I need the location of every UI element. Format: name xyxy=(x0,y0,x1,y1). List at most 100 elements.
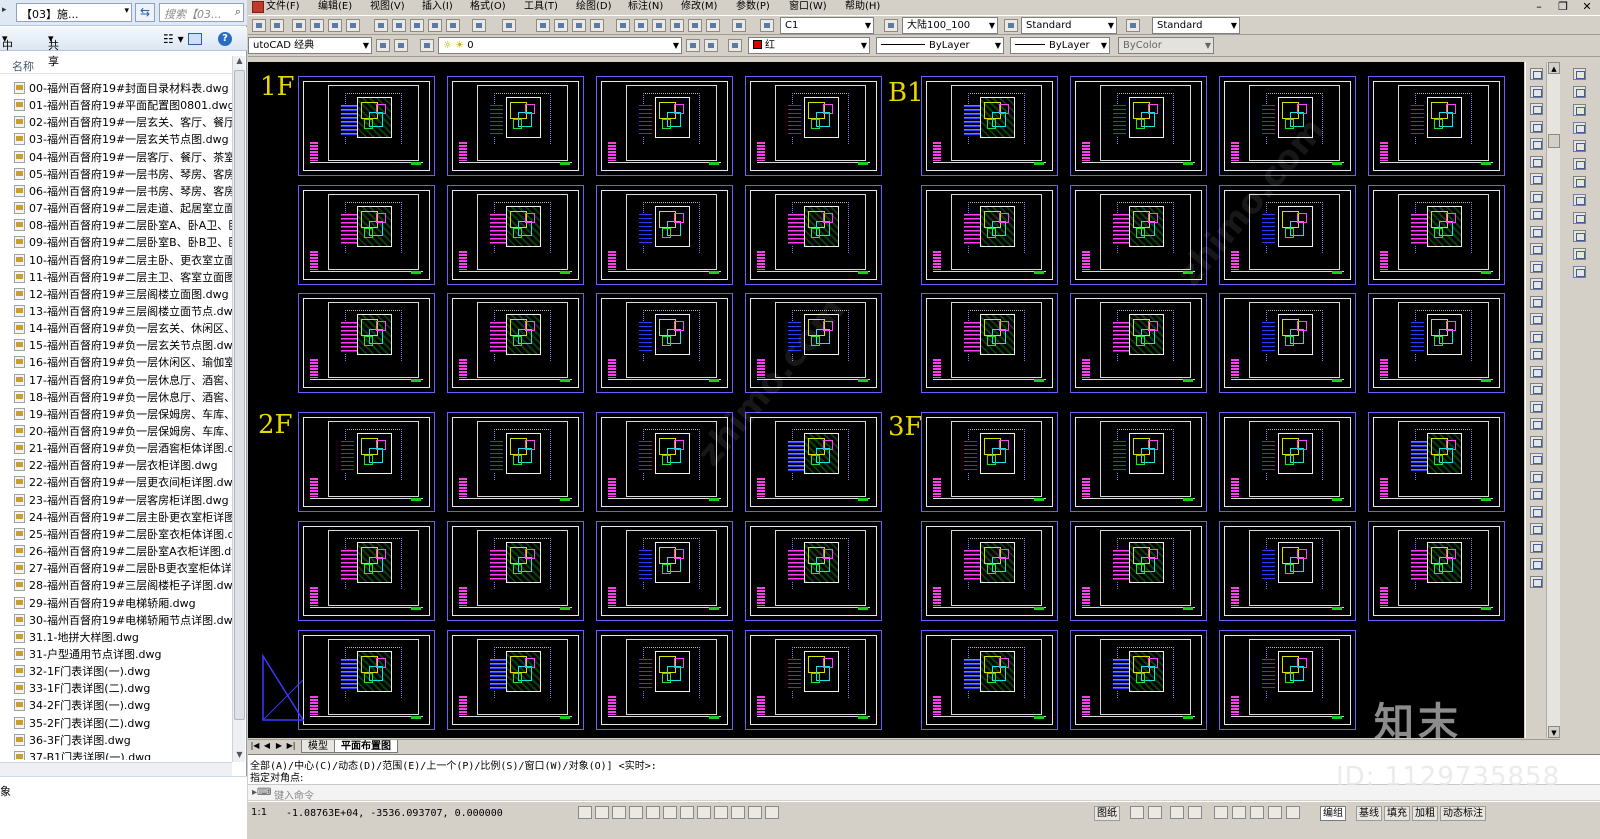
osnap-icon[interactable] xyxy=(663,806,677,819)
clean-screen-icon[interactable] xyxy=(1286,806,1300,819)
draw-tool-icon[interactable] xyxy=(1573,248,1586,260)
erase-icon[interactable] xyxy=(1530,418,1543,430)
workspace-select[interactable]: utoCAD 经典 ▼ xyxy=(248,37,372,54)
scroll-up-icon[interactable]: ▲ xyxy=(234,56,245,68)
file-item[interactable]: 15-福州百督府19#负一层玄关节点图.dwg xyxy=(14,337,232,354)
gradient-icon[interactable] xyxy=(1530,330,1543,343)
file-item[interactable]: 19-福州百督府19#负一层保姆房、车库、入户 xyxy=(14,406,232,423)
layer-states-icon[interactable] xyxy=(728,39,742,52)
polyline-icon[interactable] xyxy=(1530,103,1543,115)
address-bar[interactable]: 【03】施... ▾ xyxy=(16,3,132,22)
drawing-sheet[interactable] xyxy=(596,76,733,176)
zoom-realtime-icon[interactable] xyxy=(554,19,568,32)
workspace-settings-icon[interactable] xyxy=(376,39,390,52)
cut-icon[interactable] xyxy=(374,19,388,32)
file-item[interactable]: 30-福州百督府19#电梯轿厢节点详图.dwg xyxy=(14,612,232,629)
drawing-sheet[interactable] xyxy=(1070,521,1207,621)
drawing-sheet[interactable] xyxy=(745,76,882,176)
file-item[interactable]: 26-福州百督府19#二层卧室A衣柜详图.dwg xyxy=(14,543,232,560)
drawing-sheet[interactable] xyxy=(1219,412,1356,512)
file-item[interactable]: 07-福州百督府19#二层走道、起居室立面及节 xyxy=(14,200,232,217)
file-item[interactable]: 21-福州百督府19#负一层酒窖柜体详图.dwg xyxy=(14,440,232,457)
file-item[interactable]: 25-福州百督府19#二层卧室衣柜体详图.dwg xyxy=(14,526,232,543)
ellipse-icon[interactable] xyxy=(1530,225,1543,238)
menu-format[interactable]: 格式(O) xyxy=(470,0,506,14)
polar-icon[interactable] xyxy=(646,806,660,819)
match-icon[interactable] xyxy=(428,19,442,32)
dim-style-select[interactable]: 大陆100_100 ▼ xyxy=(902,17,998,34)
baseline-toggle[interactable]: 基线 xyxy=(1356,806,1382,821)
preview-pane-icon[interactable] xyxy=(188,33,202,45)
mirror-icon[interactable] xyxy=(1530,453,1543,465)
menu-modify[interactable]: 修改(M) xyxy=(681,0,717,14)
ortho-icon[interactable] xyxy=(629,806,643,819)
scroll-up-icon[interactable]: ▲ xyxy=(1548,62,1560,74)
polygon-icon[interactable] xyxy=(1530,120,1543,133)
scroll-thumb[interactable] xyxy=(234,70,245,720)
drawing-sheet[interactable] xyxy=(921,412,1058,512)
menu-dimension[interactable]: 标注(N) xyxy=(628,0,663,14)
drawing-sheet[interactable] xyxy=(745,412,882,512)
draw-tool-icon[interactable] xyxy=(1573,266,1586,278)
hatch-icon[interactable] xyxy=(1530,313,1543,325)
drawing-sheet[interactable] xyxy=(745,630,882,730)
auto-scale-icon[interactable] xyxy=(1188,806,1202,819)
copy-icon[interactable] xyxy=(1530,435,1543,448)
drawing-sheet[interactable] xyxy=(447,76,584,176)
drawing-sheet[interactable] xyxy=(1368,293,1505,393)
menu-parametric[interactable]: 参数(P) xyxy=(736,0,770,14)
drawing-sheet[interactable] xyxy=(1219,521,1356,621)
drawing-sheet[interactable] xyxy=(921,630,1058,730)
array-icon[interactable] xyxy=(1530,488,1543,500)
menu-window[interactable]: 窗口(W) xyxy=(789,0,827,14)
menu-view[interactable]: 视图(V) xyxy=(370,0,405,14)
scroll-thumb[interactable] xyxy=(1548,134,1560,148)
file-item[interactable]: 28-福州百督府19#三层阁楼柜子详图.dwg xyxy=(14,577,232,594)
tab-model[interactable]: 模型 xyxy=(301,740,335,753)
annotation-scale[interactable]: 1:1 xyxy=(251,807,267,818)
tool-palettes-icon[interactable] xyxy=(652,19,666,32)
scale-icon[interactable] xyxy=(1530,540,1543,553)
drawing-sheet[interactable] xyxy=(745,185,882,285)
layer-manager-icon[interactable] xyxy=(420,39,434,52)
quick-view-icon[interactable] xyxy=(1130,806,1144,819)
drawing-sheet[interactable] xyxy=(1368,76,1505,176)
undo-icon[interactable] xyxy=(472,19,486,32)
file-item[interactable]: 22-福州百督府19#一层更衣间柜详图.dwg xyxy=(14,474,232,491)
refresh-button[interactable]: ⇆ xyxy=(135,3,155,22)
plotstyle-select[interactable]: ByColor ▼ xyxy=(1118,37,1214,54)
file-item[interactable]: 17-福州百督府19#负一层休息厅、酒窖、影音 xyxy=(14,372,232,389)
line-icon[interactable] xyxy=(1530,68,1543,80)
draw-tool-icon[interactable] xyxy=(1573,230,1586,242)
menu-edit[interactable]: 编辑(E) xyxy=(318,0,352,14)
draw-tool-icon[interactable] xyxy=(1573,194,1586,206)
drawing-sheet[interactable] xyxy=(1070,76,1207,176)
file-item[interactable]: 00-福州百督府19#封面目录材料表.dwg xyxy=(14,80,232,97)
properties-icon[interactable] xyxy=(616,19,630,32)
first-tab-icon[interactable]: |◀ xyxy=(250,741,260,750)
file-item[interactable]: 02-福州百督府19#一层玄关、客厅、餐厅、茶 xyxy=(14,114,232,131)
point-icon[interactable] xyxy=(1530,295,1543,308)
layer-previous-icon[interactable] xyxy=(704,39,718,52)
open-icon[interactable] xyxy=(270,19,284,32)
close-icon[interactable]: ✕ xyxy=(1580,1,1594,13)
chevron-down-icon[interactable]: ▾ xyxy=(124,6,129,16)
drawing-sheet[interactable] xyxy=(921,76,1058,176)
help-icon[interactable] xyxy=(732,19,746,32)
tab-layout[interactable]: 平面布置图 xyxy=(334,740,398,753)
explorer-vertical-scrollbar[interactable]: ▲ ▼ xyxy=(232,56,245,762)
print-icon[interactable] xyxy=(292,19,306,32)
region-icon[interactable] xyxy=(1530,348,1543,360)
drawing-sheet[interactable] xyxy=(1070,412,1207,512)
draw-tool-icon[interactable] xyxy=(1573,158,1586,170)
file-item[interactable]: 24-福州百督府19#二层主卧更衣室柜详图.dw xyxy=(14,509,232,526)
text-style-select[interactable]: C1 ▼ xyxy=(780,17,874,34)
trim-icon[interactable] xyxy=(1530,575,1543,588)
file-item[interactable]: 33-1F门表详图(二).dwg xyxy=(14,680,232,697)
menu-draw[interactable]: 绘图(D) xyxy=(576,0,612,14)
insert-block-icon[interactable] xyxy=(1530,260,1543,273)
menu-insert[interactable]: 插入(I) xyxy=(422,0,453,14)
file-item[interactable]: 36-3F门表详图.dwg xyxy=(14,732,232,749)
prev-tab-icon[interactable]: ◀ xyxy=(262,741,272,750)
block-editor-icon[interactable] xyxy=(446,19,460,32)
